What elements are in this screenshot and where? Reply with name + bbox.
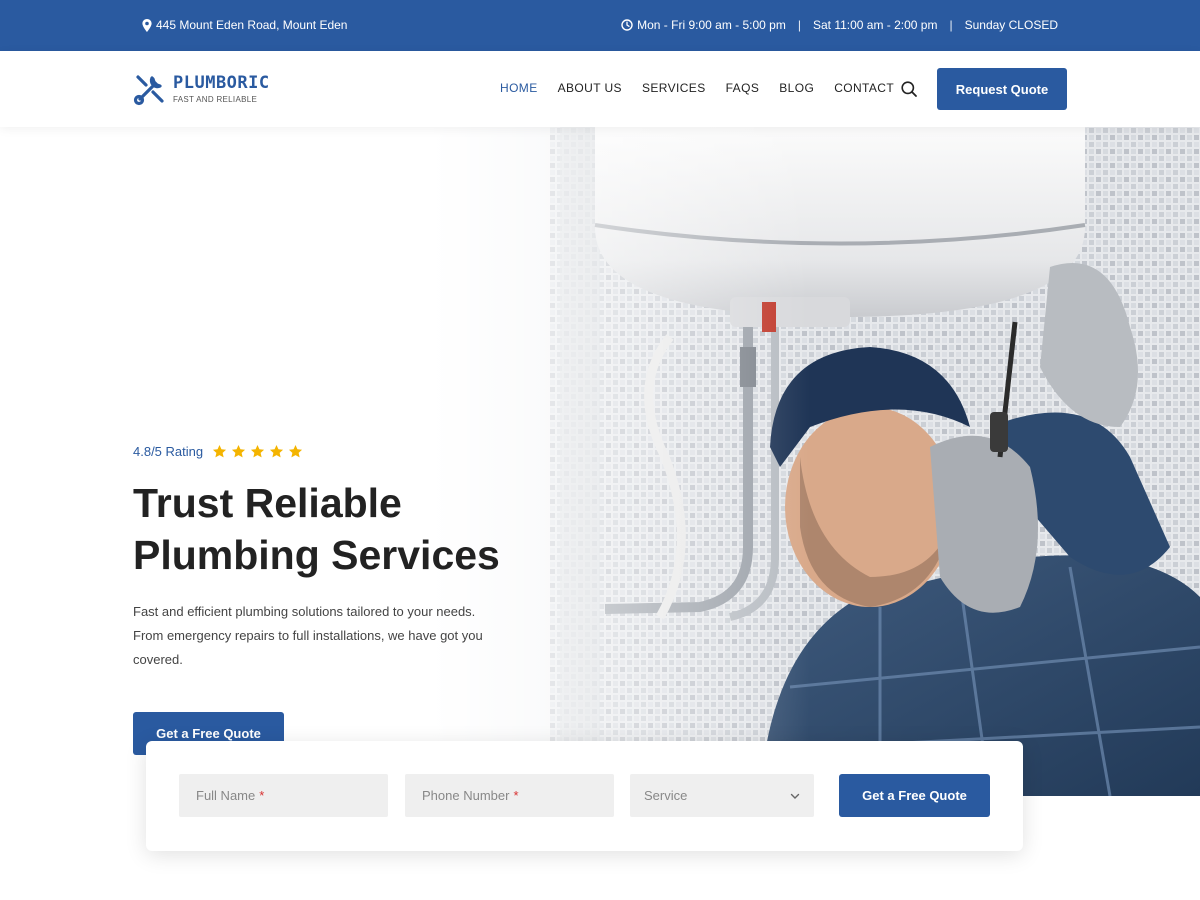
- hours-saturday: Sat 11:00 am - 2:00 pm: [812, 18, 938, 32]
- site-header: PLUMBORIC FAST AND RELIABLE HOME ABOUT U…: [0, 51, 1200, 127]
- address-text: 445 Mount Eden Road, Mount Eden: [156, 18, 348, 32]
- chevron-down-icon: [790, 793, 800, 799]
- star-icon: [251, 444, 265, 458]
- nav-services[interactable]: SERVICES: [642, 81, 706, 95]
- service-selected-value: Service: [644, 788, 688, 803]
- star-icon: [232, 444, 246, 458]
- hours-sunday: Sunday CLOSED: [964, 18, 1058, 32]
- hours-weekday-group: Mon - Fri 9:00 am - 5:00 pm: [621, 18, 786, 32]
- full-name-placeholder: Full Name: [196, 788, 256, 803]
- nav-about-us[interactable]: ABOUT US: [558, 81, 622, 95]
- brand-tagline: FAST AND RELIABLE: [173, 94, 258, 104]
- phone-number-field[interactable]: Phone Number *: [405, 774, 614, 817]
- service-select[interactable]: Service: [630, 774, 814, 817]
- rating: 4.8/5 Rating: [133, 444, 303, 459]
- hours-separator: |: [949, 18, 953, 32]
- quote-form: Full Name * Phone Number * Service Get a…: [146, 741, 1023, 851]
- top-info-bar: 445 Mount Eden Road, Mount Eden Mon - Fr…: [0, 0, 1200, 51]
- star-icon: [289, 444, 303, 458]
- form-free-quote-button[interactable]: Get a Free Quote: [839, 774, 990, 817]
- main-nav: HOME ABOUT US SERVICES FAQS BLOG CONTACT: [500, 81, 894, 95]
- hours-weekday: Mon - Fri 9:00 am - 5:00 pm: [637, 18, 786, 32]
- required-mark: *: [259, 788, 265, 803]
- opening-hours: Mon - Fri 9:00 am - 5:00 pm | Sat 11:00 …: [621, 18, 1058, 32]
- phone-placeholder: Phone Number: [422, 788, 510, 803]
- nav-blog[interactable]: BLOG: [779, 81, 814, 95]
- brand-name: PLUMBORIC: [173, 72, 270, 93]
- nav-home[interactable]: HOME: [500, 81, 538, 95]
- logo[interactable]: PLUMBORIC FAST AND RELIABLE: [133, 72, 270, 106]
- address-info: 445 Mount Eden Road, Mount Eden: [142, 18, 347, 32]
- rating-text: 4.8/5 Rating: [133, 444, 204, 459]
- hero-section: 4.8/5 Rating Trust Reliable Plumbing Ser…: [0, 127, 1200, 796]
- nav-contact[interactable]: CONTACT: [834, 81, 894, 95]
- hero-description: Fast and efficient plumbing solutions ta…: [133, 604, 483, 667]
- clock-icon: [621, 19, 633, 31]
- full-name-field[interactable]: Full Name *: [179, 774, 388, 817]
- star-icon: [213, 444, 227, 458]
- nav-faqs[interactable]: FAQS: [726, 81, 760, 95]
- hero-title-line-1: Trust Reliable: [133, 480, 402, 526]
- logo-text: PLUMBORIC FAST AND RELIABLE: [173, 72, 270, 104]
- plumber-hero-image: [430, 127, 1200, 796]
- search-icon[interactable]: [900, 80, 918, 98]
- rating-stars: [212, 444, 303, 459]
- star-icon: [270, 444, 284, 458]
- hero-title-line-2: Plumbing Services: [133, 532, 500, 578]
- map-pin-icon: [142, 18, 152, 32]
- request-quote-button[interactable]: Request Quote: [937, 68, 1067, 110]
- wrench-screwdriver-icon: [133, 75, 164, 106]
- required-mark: *: [513, 788, 519, 803]
- hours-separator: |: [797, 18, 801, 32]
- hero-title: Trust Reliable Plumbing Services: [133, 477, 553, 581]
